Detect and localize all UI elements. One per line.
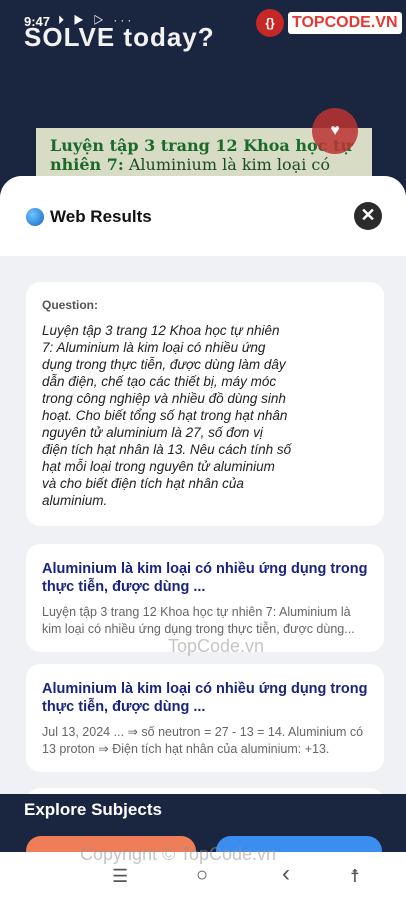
web-results-sheet: Web Results ✕ Question: Luyện tập 3 tran…: [0, 176, 406, 836]
result-snippet: Jul 13, 2024 ... ⇒ số neutron = 27 - 13 …: [42, 725, 364, 756]
recent-apps-icon[interactable]: ☰: [112, 866, 128, 887]
globe-icon: [26, 208, 44, 226]
watermark-text: TopCode.vn: [168, 636, 265, 656]
question-label: Question:: [42, 298, 98, 312]
close-button[interactable]: ✕: [354, 202, 382, 230]
result-snippet: Luyện tập 3 trang 12 Khoa học tự nhiên 7…: [42, 605, 355, 636]
back-icon[interactable]: ‹: [282, 860, 290, 888]
sheet-header: Web Results ✕: [0, 176, 406, 256]
sheet-title: Web Results: [50, 207, 152, 226]
result-title[interactable]: Aluminium là kim loại có nhiều ứng dụng …: [42, 560, 368, 596]
result-title[interactable]: Aluminium là kim loại có nhiều ứng dụng …: [42, 680, 368, 716]
accessibility-icon[interactable]: ☨: [350, 866, 360, 887]
logo-badge: {}: [256, 9, 284, 37]
explore-title: Explore Subjects: [24, 800, 162, 819]
background-title: SOLVE today?: [24, 22, 215, 52]
result-card[interactable]: Aluminium là kim loại có nhiều ứng dụng …: [26, 664, 384, 772]
heart-icon[interactable]: ♥: [312, 108, 358, 154]
background-card-text: Aluminium là kim loại có: [123, 155, 330, 174]
question-card: Question: Luyện tập 3 trang 12 Khoa học …: [26, 282, 384, 526]
copyright-watermark: Copyright © TopCode.vn: [80, 844, 277, 864]
home-icon[interactable]: ○: [196, 864, 208, 887]
topcode-logo: {} TOPCODE.VN: [256, 8, 402, 38]
question-text: Luyện tập 3 trang 12 Khoa học tự nhiên 7…: [42, 323, 292, 508]
logo-text: TOPCODE.VN: [288, 12, 402, 34]
